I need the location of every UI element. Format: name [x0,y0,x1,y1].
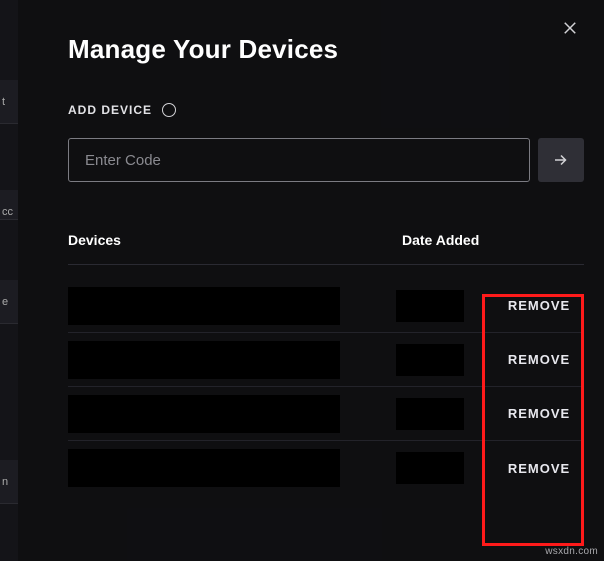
date-added-cell [396,398,464,430]
col-header-date: Date Added [402,232,502,248]
remove-button[interactable]: REMOVE [494,461,584,476]
remove-button[interactable]: REMOVE [494,406,584,421]
add-device-row: ADD DEVICE [68,103,176,117]
table-body: REMOVE REMOVE REMOVE REMOVE [68,279,584,495]
dialog-title: Manage Your Devices [68,34,338,65]
manage-devices-dialog: Manage Your Devices ADD DEVICE Devices D… [18,0,604,561]
add-device-label: ADD DEVICE [68,103,152,117]
bg-item: cc [0,190,18,220]
col-header-devices: Devices [68,232,402,248]
bg-item: t [0,80,18,124]
watermark: wsxdn.com [545,546,598,557]
table-row: REMOVE [68,387,584,441]
info-icon[interactable] [162,103,176,117]
code-input[interactable] [68,138,530,182]
table-header: Devices Date Added [68,232,584,265]
bg-item: e [0,280,18,324]
arrow-right-icon [552,151,570,169]
device-name-cell [68,341,340,379]
submit-code-button[interactable] [538,138,584,182]
remove-button[interactable]: REMOVE [494,352,584,367]
background-sidebar: t cc e n [0,0,18,561]
remove-button[interactable]: REMOVE [494,298,584,313]
bg-item: n [0,460,18,504]
date-added-cell [396,344,464,376]
device-name-cell [68,287,340,325]
close-button[interactable] [556,14,584,42]
device-name-cell [68,395,340,433]
table-row: REMOVE [68,441,584,495]
table-row: REMOVE [68,279,584,333]
date-added-cell [396,452,464,484]
col-header-actions [502,232,584,248]
table-row: REMOVE [68,333,584,387]
date-added-cell [396,290,464,322]
device-name-cell [68,449,340,487]
close-icon [561,19,579,37]
code-input-row [68,138,584,182]
devices-table: Devices Date Added REMOVE REMOVE REMOVE [68,232,584,495]
